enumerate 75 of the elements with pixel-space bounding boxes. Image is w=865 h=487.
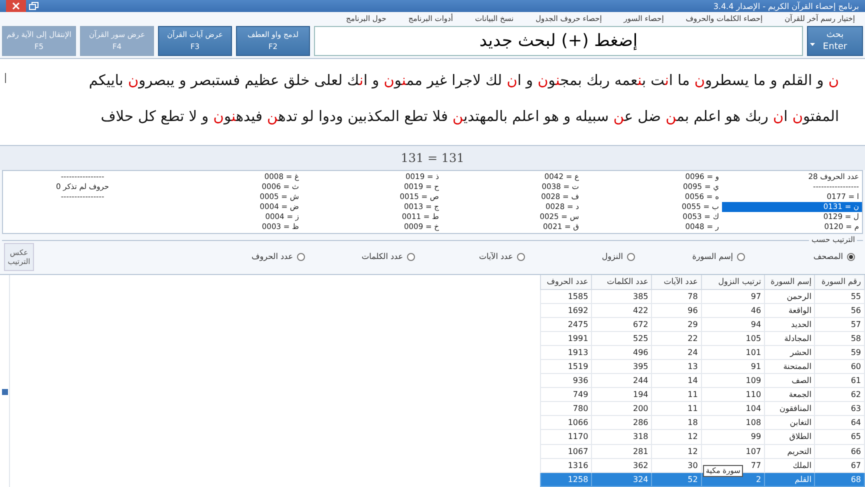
scrollbar[interactable]: [0, 275, 10, 487]
table-cell: القلم: [764, 472, 815, 486]
column-header[interactable]: عدد الحروف: [540, 275, 592, 289]
sort-radio[interactable]: عدد الآيات: [415, 252, 525, 261]
table-cell: 1913: [540, 345, 592, 360]
table-cell: 59: [814, 345, 864, 360]
table-cell: 30: [652, 458, 702, 472]
table-cell: التحريم: [764, 444, 815, 458]
column-header[interactable]: عدد الآيات: [652, 275, 702, 289]
sort-radio[interactable]: عدد الكلمات: [305, 252, 415, 261]
table-cell: 1991: [540, 331, 592, 346]
table-cell: 12: [652, 444, 702, 458]
sort-radio[interactable]: النزول: [525, 252, 635, 261]
table-cell: الحشر: [764, 345, 815, 360]
table-cell: 97: [701, 289, 765, 304]
table-cell: 101: [701, 345, 765, 360]
table-cell: الرحمن: [764, 289, 815, 304]
table-cell: 281: [592, 444, 652, 458]
table-cell: 96: [652, 303, 702, 318]
table-cell: 65: [814, 430, 864, 444]
table-cell: 56: [814, 303, 864, 318]
table-cell: 1316: [540, 458, 592, 472]
table-cell: 324: [592, 472, 652, 486]
table-cell: 57: [814, 317, 864, 332]
table-cell: الواقعة: [764, 303, 815, 318]
table-cell: 1258: [540, 472, 592, 486]
table-cell: 1170: [540, 430, 592, 444]
table-cell: 525: [592, 331, 652, 346]
table-cell: 52: [652, 472, 702, 486]
table-cell: 24: [652, 345, 702, 360]
table-cell: الطلاق: [764, 430, 815, 444]
verse-line: ن و القلم و ما يسطرون ما انت بنعمه ربك بمجنون و ان لك لاجرا غير ممنون و انك لعلى خلق عظيم فستبصر و يبصرون باييكم: [88, 72, 839, 91]
table-cell: 2475: [540, 317, 592, 332]
table-cell: 68: [814, 472, 864, 486]
table-cell: 1692: [540, 303, 592, 318]
search-field[interactable]: إضغط (+) لبحث جديد: [314, 26, 803, 56]
close-button[interactable]: [6, 0, 26, 12]
table-cell: 107: [701, 444, 765, 458]
table-cell: 672: [592, 317, 652, 332]
table-cell: 422: [592, 303, 652, 318]
table-cell: الحديد: [764, 317, 815, 332]
table-cell: 362: [592, 458, 652, 472]
table-cell: 66: [814, 444, 864, 458]
restore-icon: [29, 2, 39, 10]
table-cell: 29: [652, 317, 702, 332]
column-header[interactable]: ترتيب النزول: [701, 275, 765, 289]
equation-text: 131 = 131: [400, 151, 464, 165]
close-icon: [12, 2, 20, 10]
sort-radio[interactable]: المصحف: [745, 252, 855, 261]
table-cell: 12: [652, 430, 702, 444]
table-cell: 67: [814, 458, 864, 472]
sort-radio[interactable]: إسم السورة: [635, 252, 745, 261]
table-cell: 22: [652, 331, 702, 346]
table-cell: 318: [592, 430, 652, 444]
verse-line: المفتون ان ربك هو اعلم بمن ضل عن سبيله و هو اعلم بالمهتدين فلا تطع المكذبين ودوا لو تدهن فيدهنون و لا تطع كل حلاف: [100, 108, 839, 127]
column-header[interactable]: إسم السورة: [764, 275, 815, 289]
table-cell: المجادلة: [764, 331, 815, 346]
column-header[interactable]: رقم السورة: [814, 275, 864, 289]
verse-text-area[interactable]: [0, 58, 865, 146]
table-cell: 1585: [540, 289, 592, 304]
table-cell: 94: [701, 317, 765, 332]
table-cell: 99: [701, 430, 765, 444]
window-title: برنامج إحصاء القرآن الكريم - الإصدار 3.4.4: [713, 2, 859, 10]
table-cell: 496: [592, 345, 652, 360]
sort-radio[interactable]: عدد الحروف: [195, 252, 305, 261]
caret-icon[interactable]: [810, 43, 815, 47]
table-cell: 78: [652, 289, 702, 304]
table-cell: 58: [814, 331, 864, 346]
table-cell: 46: [701, 303, 765, 318]
table-cell: 105: [701, 331, 765, 346]
table-cell: 385: [592, 289, 652, 304]
column-header[interactable]: عدد الكلمات: [592, 275, 652, 289]
table-cell: 1067: [540, 444, 592, 458]
table-cell: الملك: [764, 458, 815, 472]
table-cell: 55: [814, 289, 864, 304]
